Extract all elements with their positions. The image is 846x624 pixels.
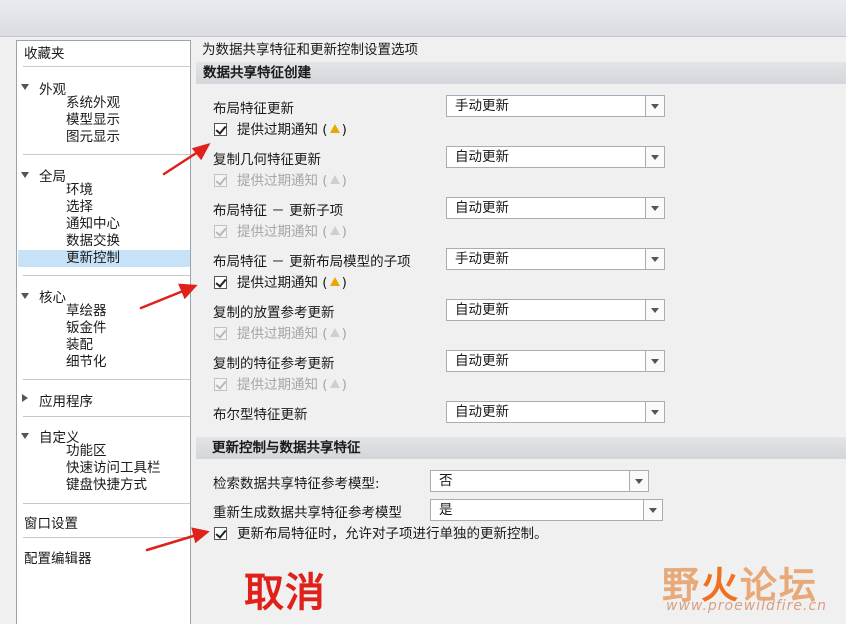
- annotation-arrow: [145, 532, 202, 552]
- annotation-arrow: [139, 287, 190, 310]
- arrowhead: [178, 283, 198, 300]
- watermark-url: www.proewildfire.cn: [666, 598, 828, 614]
- annotation-arrows: [139, 142, 211, 552]
- arrowhead: [191, 142, 211, 161]
- arrowhead: [191, 527, 210, 544]
- annotation-cancel-text: 取消: [244, 570, 326, 616]
